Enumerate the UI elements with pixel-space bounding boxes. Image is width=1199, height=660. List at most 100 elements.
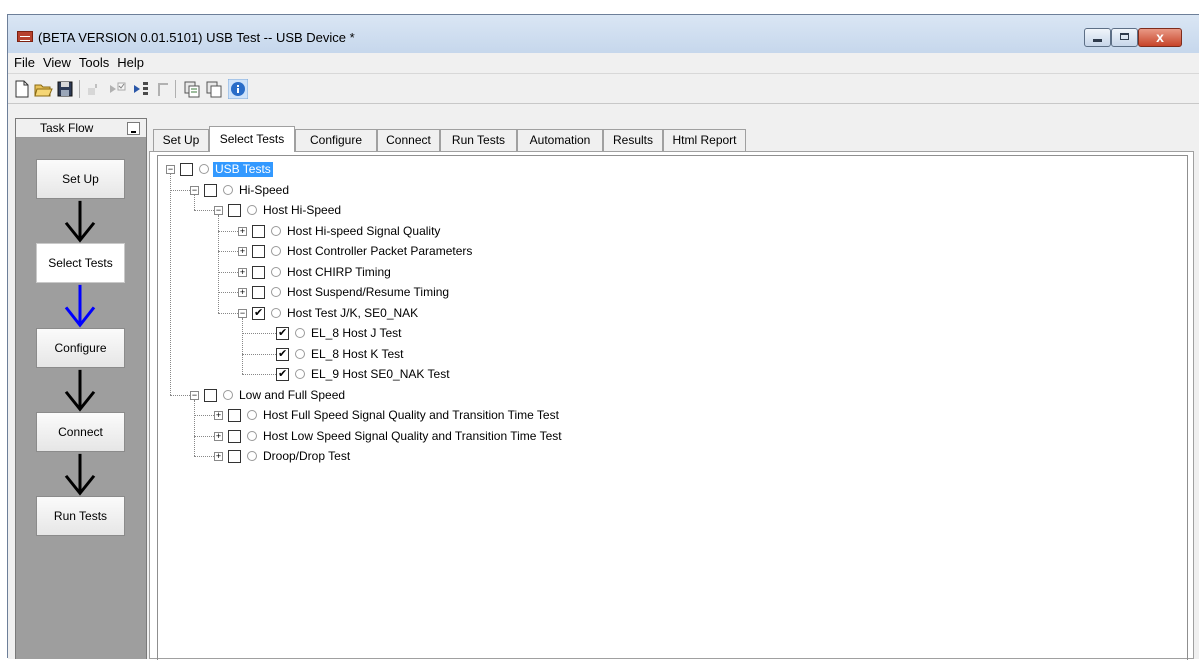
menu-file[interactable]: File (8, 53, 39, 73)
tree-node-label[interactable]: Host CHIRP Timing (287, 265, 391, 280)
status-indicator-icon (295, 349, 305, 359)
tree-checkbox[interactable] (180, 163, 193, 176)
status-indicator-icon (199, 164, 209, 174)
window-title: (BETA VERSION 0.01.5101) USB Test -- USB… (38, 30, 355, 45)
tree-connector-line (218, 272, 238, 273)
info-icon[interactable] (228, 79, 248, 99)
flow-step-configure[interactable]: Configure (36, 328, 125, 368)
toolbar-separator (175, 80, 176, 98)
tree-checkbox[interactable] (228, 204, 241, 217)
tree-node-label[interactable]: Host Controller Packet Parameters (287, 244, 472, 259)
expand-icon[interactable]: + (238, 288, 247, 297)
tree-connector-line (242, 318, 243, 374)
collapse-icon[interactable]: − (214, 206, 223, 215)
tree-checkbox[interactable] (228, 430, 241, 443)
tree-connector-line (170, 395, 190, 396)
minimize-button[interactable] (1084, 28, 1111, 47)
expand-icon[interactable]: + (238, 268, 247, 277)
tree-node-label[interactable]: USB Tests (213, 162, 273, 177)
tab-set-up[interactable]: Set Up (153, 129, 209, 151)
tree-node-label[interactable]: EL_8 Host K Test (311, 347, 404, 362)
flow-step-set-up[interactable]: Set Up (36, 159, 125, 199)
status-indicator-icon (295, 328, 305, 338)
app-window: (BETA VERSION 0.01.5101) USB Test -- USB… (7, 14, 1199, 660)
tree-connector-line (242, 374, 276, 375)
flow-step-connect[interactable]: Connect (36, 412, 125, 452)
new-file-icon[interactable] (12, 79, 32, 99)
run-selected-icon[interactable] (107, 79, 127, 99)
expand-icon[interactable]: + (238, 247, 247, 256)
menu-tools[interactable]: Tools (75, 53, 113, 73)
toolbar-separator (79, 80, 80, 98)
tree-node-label[interactable]: Host Hi-speed Signal Quality (287, 224, 440, 239)
tree-checkbox[interactable] (252, 266, 265, 279)
tree-checkbox[interactable] (252, 286, 265, 299)
tree-checkbox[interactable] (228, 409, 241, 422)
tree-connector-line (242, 333, 276, 334)
tree-checkbox[interactable] (228, 450, 241, 463)
tree-node-label[interactable]: EL_9 Host SE0_NAK Test (311, 367, 450, 382)
stop-icon[interactable] (154, 79, 174, 99)
status-indicator-icon (223, 390, 233, 400)
tree-checkbox[interactable] (204, 184, 217, 197)
flow-arrow-icon (64, 453, 96, 496)
toolbar (8, 74, 1199, 104)
expand-icon[interactable]: + (214, 411, 223, 420)
run-icon[interactable] (84, 79, 104, 99)
status-indicator-icon (247, 451, 257, 461)
tree-node-label[interactable]: Droop/Drop Test (263, 449, 350, 464)
tree-checkbox[interactable] (252, 225, 265, 238)
tree-connector-line (218, 231, 238, 232)
tree-node-label[interactable]: Host Hi-Speed (263, 203, 341, 218)
tree-connector-line (218, 215, 219, 313)
tab-automation[interactable]: Automation (517, 129, 603, 151)
tab-connect[interactable]: Connect (377, 129, 440, 151)
status-indicator-icon (271, 287, 281, 297)
open-folder-icon[interactable] (33, 79, 53, 99)
step-run-icon[interactable] (132, 79, 152, 99)
tree-connector-line (218, 313, 238, 314)
close-button[interactable]: x (1138, 28, 1182, 47)
tree-node-label[interactable]: Host Suspend/Resume Timing (287, 285, 449, 300)
expand-icon[interactable]: + (214, 452, 223, 461)
expand-icon[interactable]: + (214, 432, 223, 441)
tree-checkbox[interactable] (252, 306, 265, 320)
collapse-icon[interactable]: − (166, 165, 175, 174)
tab-html-report[interactable]: Html Report (663, 129, 746, 151)
tab-run-tests[interactable]: Run Tests (440, 129, 517, 151)
status-indicator-icon (271, 246, 281, 256)
tree-checkbox[interactable] (276, 347, 289, 361)
task-flow-title: Task Flow (40, 121, 94, 135)
tab-results[interactable]: Results (603, 129, 663, 151)
tab-select-tests[interactable]: Select Tests (209, 126, 295, 152)
tree-checkbox[interactable] (204, 389, 217, 402)
save-icon[interactable] (55, 79, 75, 99)
tree-node-label[interactable]: Host Full Speed Signal Quality and Trans… (263, 408, 559, 423)
collapse-icon[interactable]: − (190, 186, 199, 195)
collapse-icon[interactable]: − (190, 391, 199, 400)
tree-checkbox[interactable] (276, 367, 289, 381)
expand-icon[interactable]: + (238, 227, 247, 236)
tree-checkbox[interactable] (276, 326, 289, 340)
copy-icon[interactable] (182, 79, 202, 99)
tab-configure[interactable]: Configure (295, 129, 377, 151)
tree-node-label[interactable]: Host Low Speed Signal Quality and Transi… (263, 429, 562, 444)
maximize-button[interactable] (1111, 28, 1138, 47)
flow-step-select-tests[interactable]: Select Tests (36, 243, 125, 283)
menu-help[interactable]: Help (113, 53, 148, 73)
title-bar[interactable]: (BETA VERSION 0.01.5101) USB Test -- USB… (8, 15, 1199, 53)
tree-node-label[interactable]: Hi-Speed (239, 183, 289, 198)
paste-icon[interactable] (204, 79, 224, 99)
menu-view[interactable]: View (39, 53, 75, 73)
flow-step-run-tests[interactable]: Run Tests (36, 496, 125, 536)
task-flow-panel: Task Flow Set Up Select Tests Configure Con… (15, 118, 147, 659)
tree-connector-line (170, 174, 171, 395)
task-flow-minimize-button[interactable] (127, 122, 140, 135)
tree-node-label[interactable]: Host Test J/K, SE0_NAK (287, 306, 418, 321)
tree-connector-line (218, 251, 238, 252)
tree-checkbox[interactable] (252, 245, 265, 258)
tree-connector-line (194, 400, 195, 456)
tree-node-label[interactable]: EL_8 Host J Test (311, 326, 402, 341)
tree-node-label[interactable]: Low and Full Speed (239, 388, 345, 403)
collapse-icon[interactable]: − (238, 309, 247, 318)
